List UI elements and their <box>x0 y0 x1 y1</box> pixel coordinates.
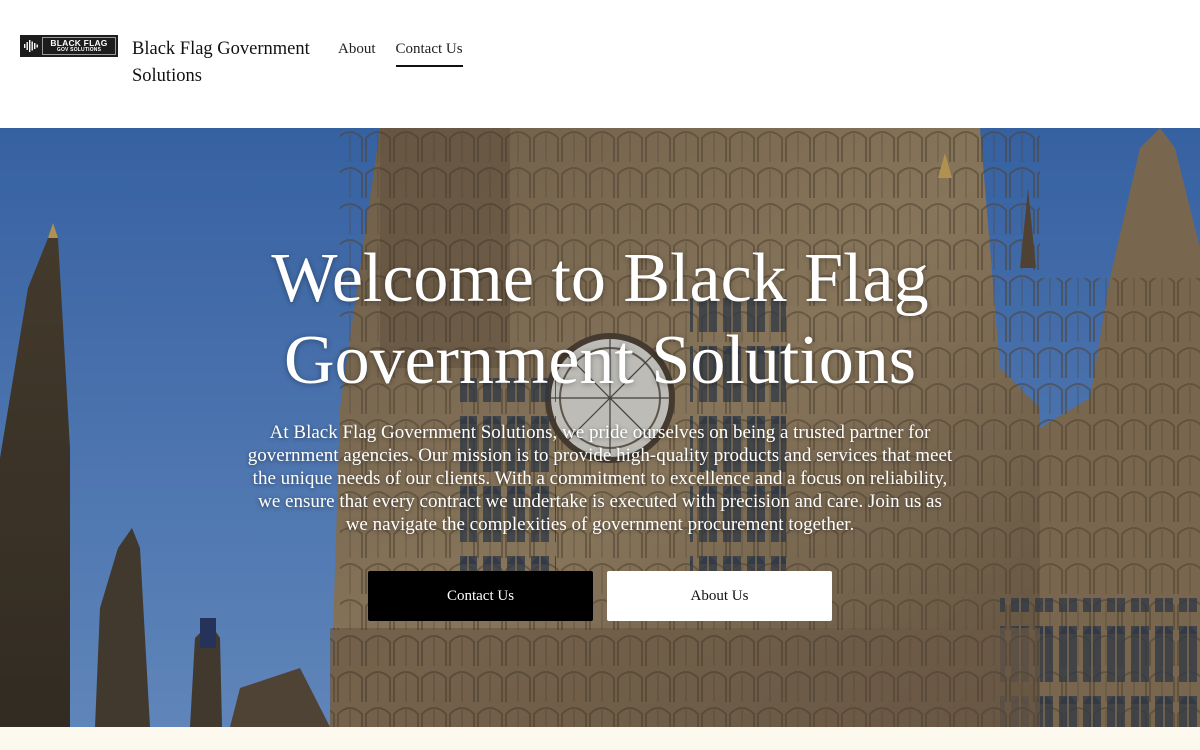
contact-us-button[interactable]: Contact Us <box>368 571 593 621</box>
hero-title: Welcome to Black Flag Government Solutio… <box>271 240 929 399</box>
logo-wordmark: BLACK FLAG GOV SOLUTIONS <box>42 37 116 55</box>
logo-line-1: BLACK FLAG <box>50 37 108 48</box>
main-nav: About Contact Us <box>338 39 463 67</box>
nav-link-contact-us[interactable]: Contact Us <box>395 39 463 67</box>
logo-line-2: GOV SOLUTIONS <box>56 47 102 54</box>
about-us-button[interactable]: About Us <box>607 571 832 621</box>
nav-link-about[interactable]: About <box>338 39 376 67</box>
soundwave-flag-icon <box>20 35 42 57</box>
hero-content: Welcome to Black Flag Government Solutio… <box>0 128 1200 727</box>
hero-description: At Black Flag Government Solutions, we p… <box>247 422 953 535</box>
hero-section: Welcome to Black Flag Government Solutio… <box>0 128 1200 727</box>
next-section-edge <box>0 727 1200 750</box>
site-title[interactable]: Black Flag Government Solutions <box>132 36 322 90</box>
brand-logo[interactable]: BLACK FLAG GOV SOLUTIONS <box>20 35 118 57</box>
site-header: BLACK FLAG GOV SOLUTIONS Black Flag Gove… <box>0 0 1200 128</box>
